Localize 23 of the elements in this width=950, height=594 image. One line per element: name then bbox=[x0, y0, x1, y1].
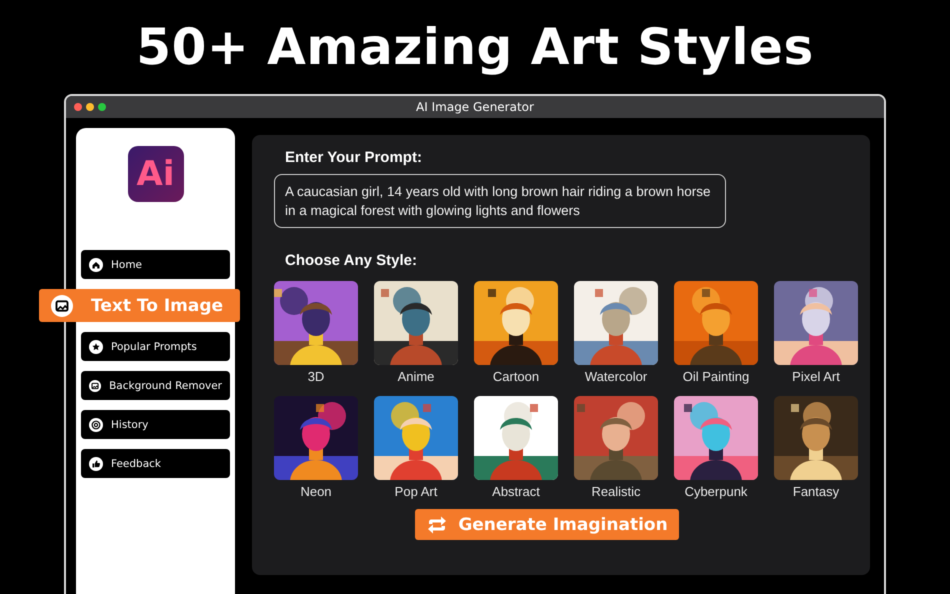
style-label: Pop Art bbox=[394, 484, 438, 499]
style-label: Abstract bbox=[492, 484, 540, 499]
style-label: Neon bbox=[300, 484, 332, 499]
style-label: Fantasy bbox=[792, 484, 840, 499]
style-label: Anime bbox=[398, 369, 434, 384]
style-label: Cyberpunk bbox=[684, 484, 748, 499]
style-label: Pixel Art bbox=[792, 369, 840, 384]
window-title: AI Image Generator bbox=[416, 100, 534, 114]
sidebar-item[interactable]: Feedback bbox=[81, 449, 230, 478]
sidebar-item[interactable]: History bbox=[81, 410, 230, 439]
style-label: Cartoon bbox=[492, 369, 540, 384]
sidebar-item[interactable]: Popular Prompts bbox=[81, 332, 230, 361]
prompt-field[interactable]: A caucasian girl, 14 years old with long brown hair riding a brown horse in a magical forest with glowing lights and flowers bbox=[274, 174, 726, 228]
style-label: Realistic bbox=[591, 484, 641, 499]
sidebar-item[interactable]: Home bbox=[81, 250, 230, 279]
sidebar-item[interactable]: Background Remover bbox=[81, 371, 230, 400]
style-label: Watercolor bbox=[584, 369, 648, 384]
style-label: 3D bbox=[308, 369, 324, 384]
headline: 50+ Amazing Art Styles bbox=[136, 17, 814, 78]
app-logo: Ai bbox=[128, 146, 184, 202]
style-label: Oil Painting bbox=[682, 369, 750, 384]
style-heading: Choose Any Style: bbox=[285, 252, 418, 269]
prompt-heading: Enter Your Prompt: bbox=[285, 149, 423, 166]
